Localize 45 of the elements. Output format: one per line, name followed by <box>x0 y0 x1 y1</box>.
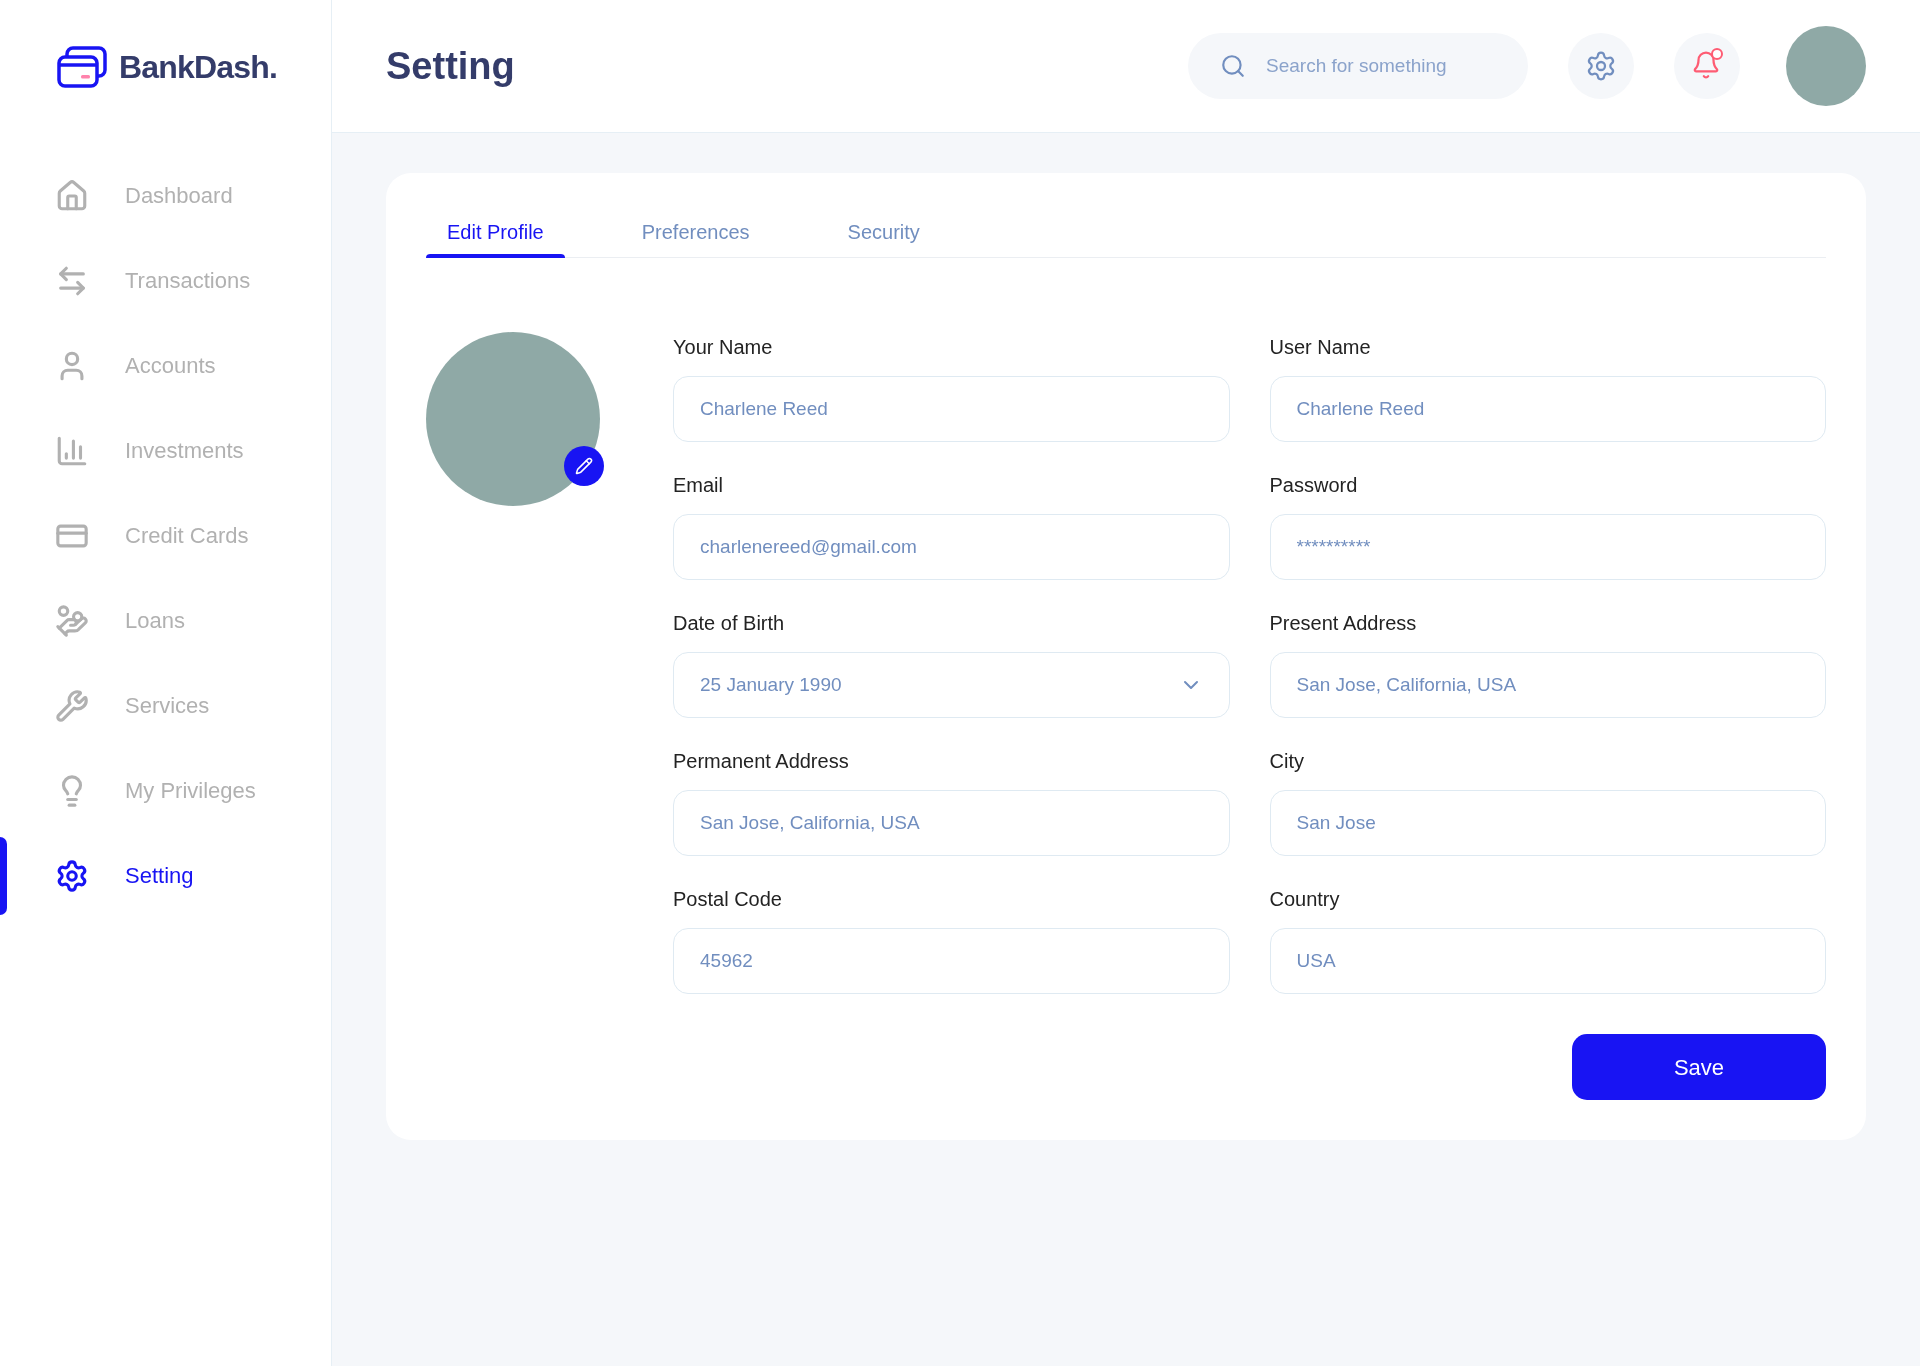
logo-text: BankDash. <box>119 47 278 87</box>
hand-coins-icon <box>55 603 89 638</box>
sidebar-item[interactable]: My Privileges <box>55 773 256 808</box>
field-label: Present Address <box>1269 611 1418 636</box>
input-field[interactable]: San Jose, California, USA <box>1269 652 1826 718</box>
sidebar-item[interactable]: Setting <box>55 858 194 893</box>
field-label: City <box>1269 749 1305 774</box>
input-field[interactable]: San Jose, California, USA <box>673 790 1230 856</box>
field-label: Country <box>1269 887 1341 912</box>
cards-logo-icon <box>57 45 107 88</box>
date-select[interactable]: 25 January 1990 <box>673 652 1230 718</box>
sidebar-item[interactable]: Dashboard <box>55 178 233 213</box>
field-label: Date of Birth <box>673 611 786 636</box>
field-label: Permanent Address <box>673 749 850 774</box>
input-field[interactable]: San Jose <box>1269 790 1826 856</box>
field-label: Email <box>673 473 724 498</box>
wrench-icon <box>55 688 89 723</box>
tab[interactable]: Security <box>826 207 941 257</box>
sidebar-item[interactable]: Accounts <box>55 348 216 383</box>
tab[interactable]: Preferences <box>620 207 771 257</box>
pencil-icon <box>575 457 593 475</box>
search-field[interactable]: Search for something <box>1188 33 1528 99</box>
input-field[interactable]: ********** <box>1269 514 1826 580</box>
field-label: Password <box>1269 473 1359 498</box>
home-icon <box>55 178 89 213</box>
search-icon <box>1220 53 1246 79</box>
field-label: Your Name <box>673 335 774 360</box>
page-title: Setting <box>386 43 516 89</box>
save-button[interactable]: Save <box>1572 1034 1826 1100</box>
input-field[interactable]: Charlene Reed <box>1269 376 1826 442</box>
input-field[interactable]: USA <box>1269 928 1826 994</box>
field-label: User Name <box>1269 335 1372 360</box>
settings-icon <box>55 858 89 893</box>
tab[interactable]: Edit Profile <box>426 207 565 257</box>
input-field[interactable]: 45962 <box>673 928 1230 994</box>
sidebar-item[interactable]: Credit Cards <box>55 518 249 553</box>
sidebar-item[interactable]: Investments <box>55 433 244 468</box>
sidebar-item[interactable]: Transactions <box>55 263 251 298</box>
edit-photo-button[interactable] <box>564 446 604 486</box>
sidebar-item[interactable]: Loans <box>55 603 185 638</box>
input-field[interactable]: Charlene Reed <box>673 376 1230 442</box>
settings-icon <box>1585 50 1617 82</box>
input-field[interactable]: charlenereed@gmail.com <box>673 514 1230 580</box>
field-label: Postal Code <box>673 887 783 912</box>
sidebar-item[interactable]: Services <box>55 688 210 723</box>
